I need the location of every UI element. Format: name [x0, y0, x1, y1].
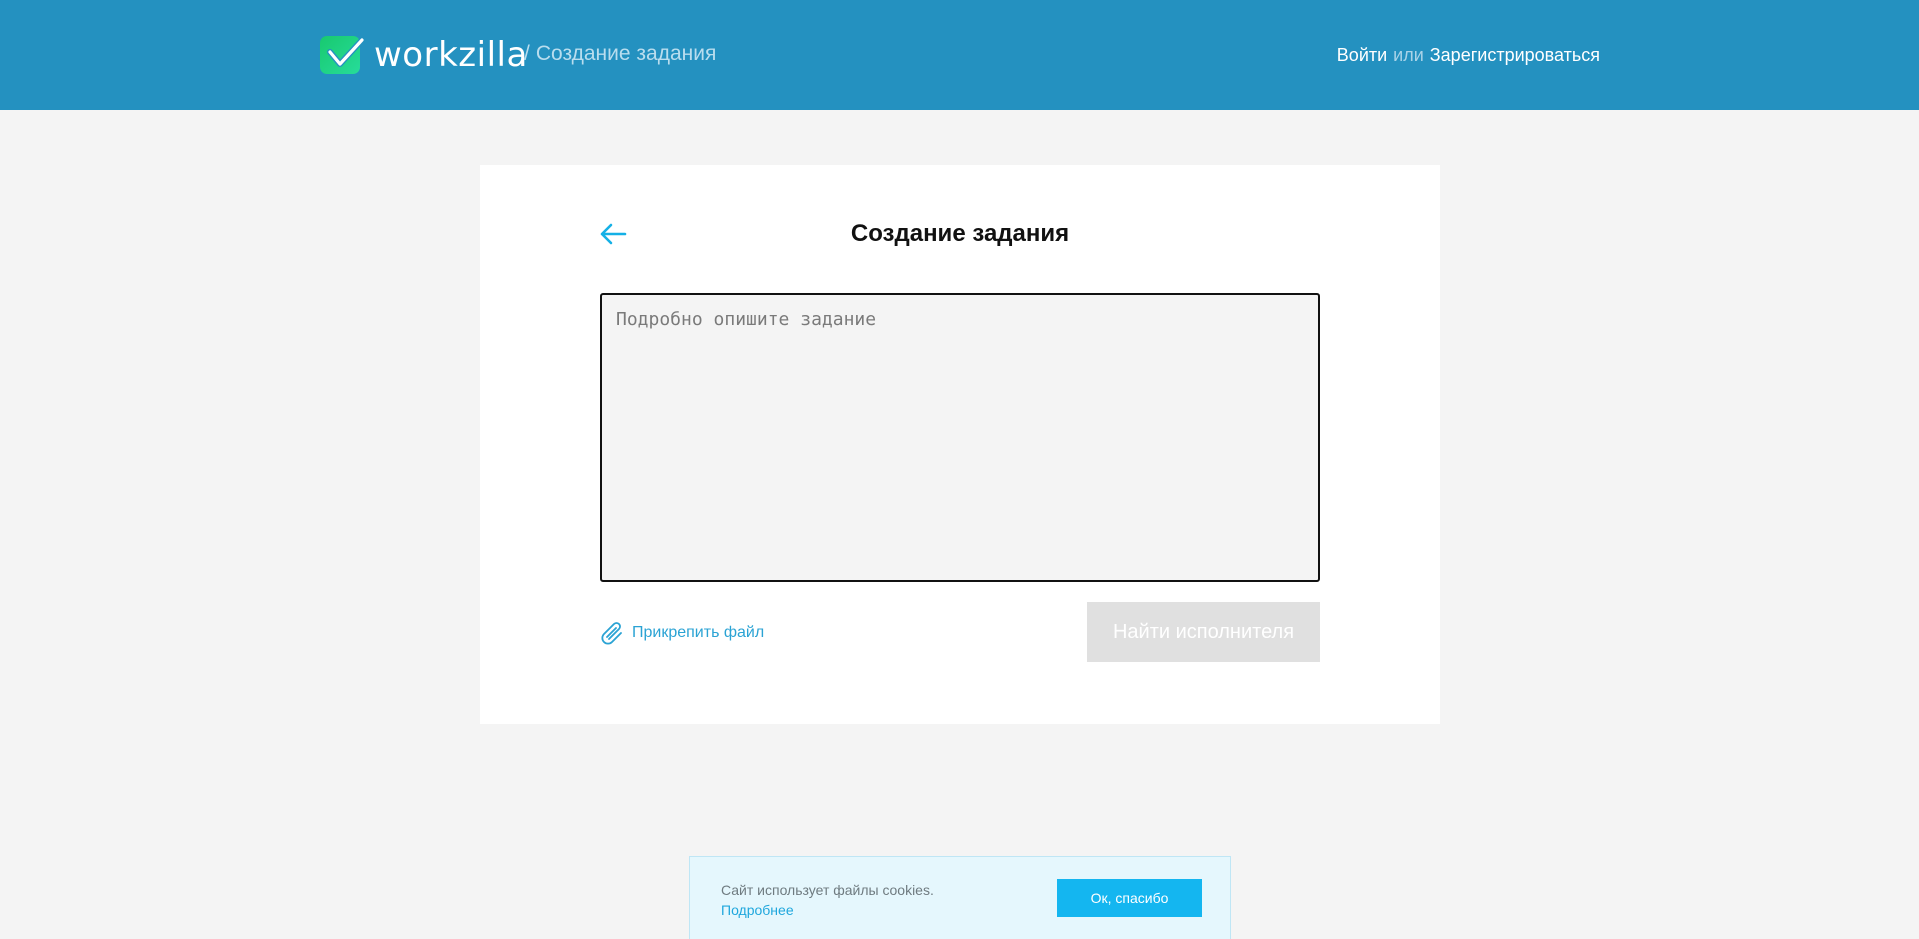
- paperclip-icon: [601, 622, 622, 645]
- workzilla-logo[interactable]: workzilla: [320, 34, 528, 76]
- login-link[interactable]: Войти: [1337, 45, 1387, 66]
- top-header: workzilla / Создание задания Войти или З…: [0, 0, 1919, 110]
- task-creation-card: Создание задания Прикрепить файл Найти и…: [480, 165, 1440, 724]
- cookie-banner: Сайт использует файлы cookies. Подробнее…: [689, 856, 1231, 939]
- cookie-message: Сайт использует файлы cookies.: [721, 882, 934, 898]
- workzilla-check-logo-icon: [320, 36, 364, 74]
- task-description-input[interactable]: [600, 293, 1320, 582]
- attach-file-link[interactable]: Прикрепить файл: [600, 620, 764, 646]
- or-separator: или: [1393, 45, 1424, 65]
- breadcrumb-separator: /: [524, 42, 530, 65]
- breadcrumb: / Создание задания: [524, 42, 716, 66]
- cookie-accept-button[interactable]: Ок, спасибо: [1057, 879, 1202, 917]
- cookie-message-block: Сайт использует файлы cookies. Подробнее: [721, 880, 934, 920]
- cookie-more-link[interactable]: Подробнее: [721, 900, 934, 920]
- page-title: Создание задания: [850, 220, 1070, 247]
- breadcrumb-current: Создание задания: [535, 42, 717, 65]
- auth-links: Войти или Зарегистрироваться: [1337, 45, 1600, 66]
- find-performer-button[interactable]: Найти исполнителя: [1087, 602, 1320, 662]
- register-link[interactable]: Зарегистрироваться: [1430, 45, 1600, 66]
- attach-file-label: Прикрепить файл: [632, 624, 765, 641]
- logo-text: workzilla: [374, 35, 528, 75]
